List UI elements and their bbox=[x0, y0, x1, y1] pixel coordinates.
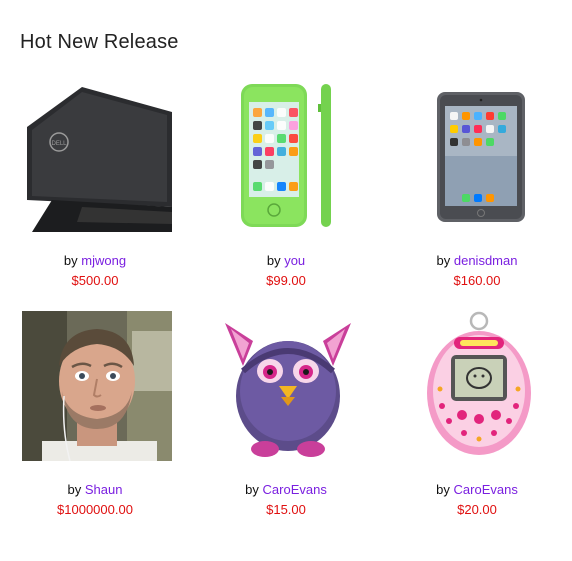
tablet-image[interactable] bbox=[404, 82, 554, 232]
tamagotchi-image[interactable] bbox=[404, 311, 554, 461]
laptop-image[interactable]: DELL bbox=[22, 82, 172, 232]
price: $15.00 bbox=[266, 502, 306, 517]
by-label: by bbox=[67, 482, 85, 497]
seller-line: by Shaun bbox=[0, 482, 190, 497]
by-label: by bbox=[63, 253, 82, 268]
seller-link[interactable]: CaroEvans bbox=[454, 482, 518, 497]
by-label: by bbox=[245, 482, 263, 497]
seller-link[interactable]: denisdman bbox=[454, 253, 518, 268]
seller-line: by CaroEvans bbox=[382, 482, 572, 497]
seller-link[interactable]: CaroEvans bbox=[263, 482, 327, 497]
seller-line: by you bbox=[191, 253, 381, 268]
price: $500.00 bbox=[71, 273, 119, 288]
seller-line: by CaroEvans bbox=[191, 482, 381, 497]
seller-link[interactable]: Shaun bbox=[85, 482, 123, 497]
price: $1000000.00 bbox=[57, 502, 133, 517]
person-photo[interactable] bbox=[22, 311, 172, 461]
by-label: by bbox=[436, 482, 454, 497]
tamagotchi-logo-icon bbox=[454, 337, 504, 349]
by-label: by bbox=[436, 253, 454, 268]
seller-link[interactable]: you bbox=[284, 253, 305, 268]
furby-toy-image[interactable] bbox=[213, 311, 363, 461]
seller-line: by mjwong bbox=[0, 253, 190, 268]
price: $20.00 bbox=[457, 502, 497, 517]
by-label: by bbox=[266, 253, 285, 268]
phone-image[interactable] bbox=[213, 82, 363, 232]
svg-text:DELL: DELL bbox=[51, 141, 67, 147]
product-page: Hot New Release DELL by mjwong $500.00 b… bbox=[0, 0, 572, 561]
price: $99.00 bbox=[266, 273, 306, 288]
price: $160.00 bbox=[453, 273, 501, 288]
seller-line: by denisdman bbox=[382, 253, 572, 268]
seller-link[interactable]: mjwong bbox=[81, 253, 126, 268]
product-grid: DELL by mjwong $500.00 by you $99.00 by … bbox=[0, 0, 572, 561]
